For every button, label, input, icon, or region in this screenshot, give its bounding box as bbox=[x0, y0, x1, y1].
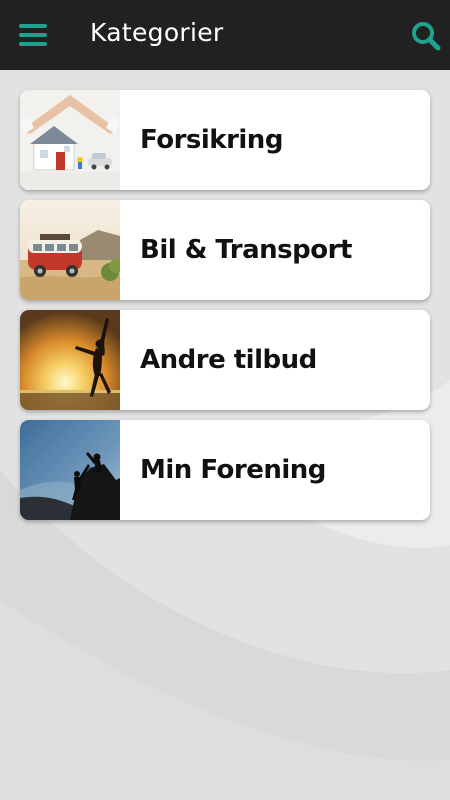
category-label: Bil & Transport bbox=[140, 235, 352, 265]
hamburger-menu-icon[interactable] bbox=[18, 21, 48, 49]
category-card-min-forening[interactable]: Min Forening bbox=[20, 420, 430, 520]
page-title: Kategorier bbox=[90, 18, 224, 47]
app-toolbar: Kategorier bbox=[0, 0, 450, 70]
category-label: Forsikring bbox=[140, 125, 283, 155]
search-icon[interactable] bbox=[410, 20, 442, 52]
category-card-bil-transport[interactable]: Bil & Transport bbox=[20, 200, 430, 300]
mountain-climbers-photo bbox=[20, 420, 120, 520]
house-insurance-photo bbox=[20, 90, 120, 190]
camper-van-beach-photo bbox=[20, 200, 120, 300]
category-label: Andre tilbud bbox=[140, 345, 317, 375]
sunset-jumping-woman-photo bbox=[20, 310, 120, 410]
category-label: Min Forening bbox=[140, 455, 326, 485]
category-card-forsikring[interactable]: Forsikring bbox=[20, 90, 430, 190]
category-list: Forsikring Bil & Transport Andre tilbud … bbox=[20, 90, 430, 530]
category-card-andre-tilbud[interactable]: Andre tilbud bbox=[20, 310, 430, 410]
